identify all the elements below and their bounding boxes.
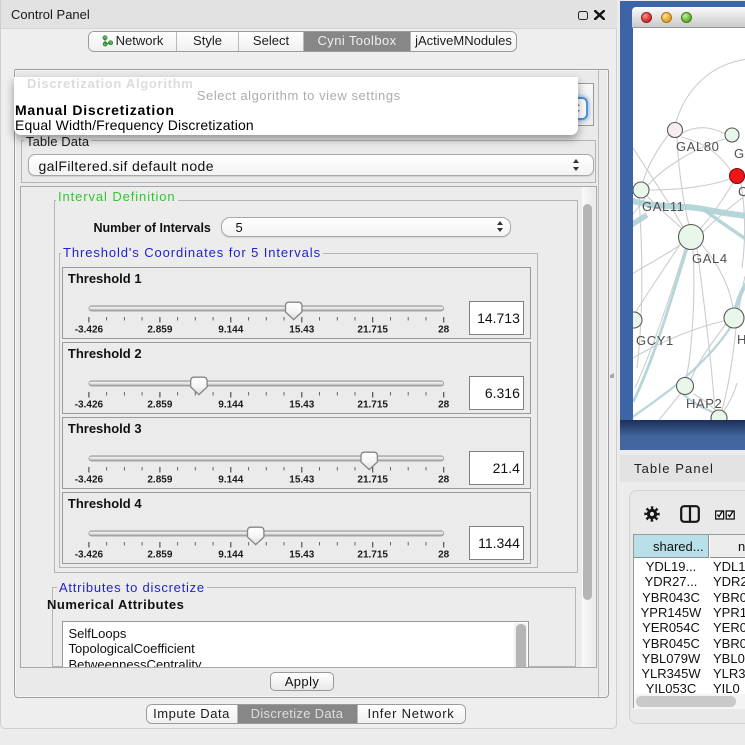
svg-text:-3.426: -3.426 (75, 399, 104, 410)
svg-text:2.859: 2.859 (148, 324, 173, 335)
svg-text:28: 28 (439, 474, 451, 485)
svg-text:GAL4: GAL4 (692, 251, 728, 266)
svg-text:-3.426: -3.426 (75, 324, 104, 335)
svg-text:28: 28 (439, 324, 451, 335)
svg-text:2.859: 2.859 (148, 399, 173, 410)
svg-text:9.144: 9.144 (219, 549, 244, 560)
svg-text:15.43: 15.43 (290, 399, 315, 410)
svg-text:9.144: 9.144 (219, 324, 244, 335)
svg-text:21.715: 21.715 (358, 324, 389, 335)
svg-text:9.144: 9.144 (219, 474, 244, 485)
svg-text:21.715: 21.715 (358, 549, 389, 560)
svg-text:H: H (737, 332, 745, 347)
svg-text:GAL11: GAL11 (642, 199, 685, 214)
svg-text:9.144: 9.144 (219, 399, 244, 410)
svg-text:28: 28 (439, 549, 451, 560)
svg-text:21.715: 21.715 (358, 399, 389, 410)
svg-text:15.43: 15.43 (290, 324, 315, 335)
svg-text:15.43: 15.43 (290, 549, 315, 560)
svg-text:-3.426: -3.426 (75, 474, 104, 485)
svg-text:15.43: 15.43 (290, 474, 315, 485)
svg-text:28: 28 (439, 399, 451, 410)
svg-text:GAL80: GAL80 (676, 139, 719, 154)
svg-text:GA: GA (734, 146, 745, 161)
svg-text:-3.426: -3.426 (75, 549, 104, 560)
svg-text:GCY1: GCY1 (636, 333, 674, 348)
svg-text:HAP2: HAP2 (686, 396, 722, 411)
svg-text:2.859: 2.859 (148, 474, 173, 485)
svg-text:2.859: 2.859 (148, 549, 173, 560)
svg-text:21.715: 21.715 (358, 474, 389, 485)
svg-text:C: C (738, 184, 745, 199)
